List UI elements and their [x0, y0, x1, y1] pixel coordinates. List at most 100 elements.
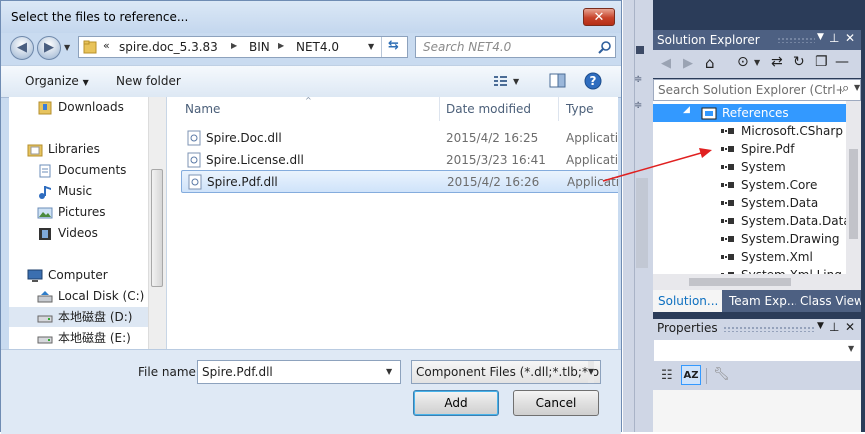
- reference-item[interactable]: System.Data.DataSe: [741, 212, 861, 230]
- view-dropdown-icon[interactable]: ▼: [513, 77, 519, 86]
- properties-grid: [653, 390, 861, 432]
- file-row[interactable]: Spire.Doc.dll 2015/4/2 16:25 Applicatio: [181, 127, 618, 149]
- editor-scrollbar-thumb[interactable]: [636, 178, 648, 268]
- tree-horizontal-scrollbar[interactable]: [653, 274, 861, 290]
- window-menu-icon[interactable]: ▼: [817, 321, 824, 331]
- file-name-dropdown-icon[interactable]: ▼: [386, 361, 392, 383]
- nav-item-local-disk-c[interactable]: Local Disk (C:): [37, 286, 144, 306]
- reference-item[interactable]: System: [741, 158, 786, 176]
- search-input[interactable]: Search NET4.0: [415, 36, 616, 58]
- tree-scrollbar-thumb[interactable]: [849, 149, 858, 239]
- close-icon[interactable]: ✕: [845, 31, 855, 45]
- breadcrumb-part-spire[interactable]: spire.doc_5.3.83: [119, 40, 218, 54]
- dialog-titlebar[interactable]: Select the files to reference... ✕: [1, 1, 621, 33]
- references-node[interactable]: ◢ References: [653, 104, 861, 122]
- dropdown-icon[interactable]: ▼: [754, 58, 760, 67]
- breadcrumb-overflow[interactable]: «: [103, 39, 110, 52]
- pictures-icon: [37, 207, 53, 218]
- file-name: Spire.Doc.dll: [206, 131, 282, 145]
- file-name-field[interactable]: Spire.Pdf.dll ▼: [197, 360, 401, 384]
- reference-item[interactable]: System.Drawing: [741, 230, 839, 248]
- address-bar[interactable]: « spire.doc_5.3.83 ▶ BIN ▶ NET4.0 ▼ ⇆: [78, 36, 408, 58]
- videos-icon: [39, 227, 51, 240]
- search-icon[interactable]: [598, 40, 612, 54]
- pin-icon[interactable]: ⊥: [829, 31, 839, 45]
- nav-item-pictures[interactable]: Pictures: [37, 202, 106, 222]
- properties-header[interactable]: Properties ▼ ⊥ ✕: [653, 319, 861, 339]
- pin-icon[interactable]: ⊥: [829, 320, 839, 334]
- file-row-selected[interactable]: Spire.Pdf.dll 2015/4/2 16:26 Applicatio: [181, 170, 618, 193]
- properties-toolbar: ☷ AZ 🔧︎: [653, 362, 861, 390]
- pending-changes-icon[interactable]: ⊙: [737, 54, 749, 70]
- tree-hscroll-thumb[interactable]: [689, 278, 791, 286]
- organize-button[interactable]: Organize ▼: [25, 74, 89, 88]
- object-dropdown-icon[interactable]: ▼: [848, 344, 854, 353]
- reference-item[interactable]: System.Xml: [741, 248, 813, 266]
- add-button[interactable]: Add: [413, 390, 499, 416]
- solution-explorer-title: Solution Explorer: [657, 33, 760, 47]
- refresh-icon[interactable]: ↻: [793, 54, 805, 70]
- file-type-filter[interactable]: Component Files (*.dll;*.tlb;*.ol ▼: [411, 360, 601, 384]
- nav-item-documents[interactable]: Documents: [37, 160, 126, 180]
- sync-icon[interactable]: ⇄: [771, 54, 783, 70]
- new-folder-button[interactable]: New folder: [116, 74, 181, 88]
- breadcrumb-part-net40[interactable]: NET4.0: [296, 40, 339, 54]
- view-options-icon[interactable]: [493, 74, 509, 88]
- back-icon[interactable]: ◀: [661, 56, 671, 71]
- cancel-button[interactable]: Cancel: [513, 390, 599, 416]
- splitter-icon[interactable]: ≑: [634, 74, 642, 85]
- alphabetical-icon[interactable]: AZ: [681, 365, 701, 385]
- nav-item-computer[interactable]: Computer: [27, 265, 108, 285]
- tree-vertical-scrollbar[interactable]: [846, 101, 861, 274]
- file-row[interactable]: Spire.License.dll 2015/3/23 16:41 Applic…: [181, 149, 618, 171]
- column-header-type[interactable]: Type: [566, 97, 594, 121]
- tab-solution-explorer[interactable]: Solution...: [653, 290, 722, 312]
- expand-arrow-icon[interactable]: ◢: [683, 105, 690, 115]
- reference-item[interactable]: Spire.Pdf: [741, 140, 795, 158]
- properties-icon[interactable]: —: [835, 54, 849, 70]
- reference-item[interactable]: System.Core: [741, 176, 817, 194]
- nav-item-downloads[interactable]: Downloads: [37, 97, 124, 117]
- search-icon[interactable]: ⌕: [842, 81, 850, 96]
- references-folder-icon: [701, 107, 717, 120]
- close-icon[interactable]: ✕: [845, 320, 855, 334]
- property-pages-icon[interactable]: 🔧︎: [713, 367, 730, 382]
- tab-team-explorer[interactable]: Team Exp...: [726, 290, 796, 312]
- close-button[interactable]: ✕: [583, 8, 615, 26]
- reference-item[interactable]: System.Data: [741, 194, 818, 212]
- nav-item-music[interactable]: Music: [37, 181, 92, 201]
- home-icon[interactable]: ⌂: [705, 54, 715, 72]
- categorized-icon[interactable]: ☷: [661, 368, 673, 383]
- window-menu-icon[interactable]: ▼: [817, 32, 824, 42]
- tab-class-view[interactable]: Class View: [798, 290, 861, 312]
- nav-item-videos[interactable]: Videos: [37, 223, 98, 243]
- filter-dropdown-icon[interactable]: ▼: [588, 361, 595, 383]
- computer-icon: [27, 269, 43, 282]
- search-options-icon[interactable]: ▼: [854, 83, 861, 92]
- navigation-scrollbar-thumb[interactable]: [151, 169, 163, 287]
- column-header-name[interactable]: Name: [185, 97, 220, 121]
- preview-pane-icon[interactable]: [549, 73, 566, 88]
- nav-item-drive-e[interactable]: 本地磁盘 (E:): [37, 328, 131, 348]
- nav-item-libraries[interactable]: Libraries: [27, 139, 100, 159]
- back-button[interactable]: ◀: [10, 36, 34, 60]
- forward-icon[interactable]: ▶: [683, 56, 693, 71]
- splitter-icon[interactable]: ≑: [634, 100, 642, 111]
- refresh-icon[interactable]: ⇆: [388, 38, 399, 53]
- collapse-all-icon[interactable]: ❐: [815, 54, 828, 70]
- breadcrumb-part-bin[interactable]: BIN: [249, 40, 270, 54]
- properties-object-selector[interactable]: ▼: [653, 339, 861, 362]
- recent-locations-dropdown-icon[interactable]: ▼: [64, 43, 70, 52]
- address-dropdown-icon[interactable]: ▼: [368, 42, 374, 51]
- column-header-date[interactable]: Date modified: [446, 97, 531, 121]
- breadcrumb-separator[interactable]: ▶: [231, 41, 237, 50]
- solution-explorer-header[interactable]: Solution Explorer ▼ ⊥ ✕: [653, 30, 861, 50]
- forward-button[interactable]: ▶: [37, 36, 61, 60]
- reference-item[interactable]: System.Xml.Linq: [741, 266, 842, 274]
- breadcrumb-separator[interactable]: ▶: [278, 41, 284, 50]
- solution-explorer-search[interactable]: Search Solution Explorer (Ctrl+; ⌕ ▼: [653, 79, 861, 101]
- reference-item[interactable]: Microsoft.CSharp: [741, 122, 843, 140]
- navigation-scrollbar[interactable]: [148, 97, 166, 349]
- help-icon[interactable]: ?: [584, 72, 602, 90]
- nav-item-drive-d[interactable]: 本地磁盘 (D:): [9, 307, 149, 327]
